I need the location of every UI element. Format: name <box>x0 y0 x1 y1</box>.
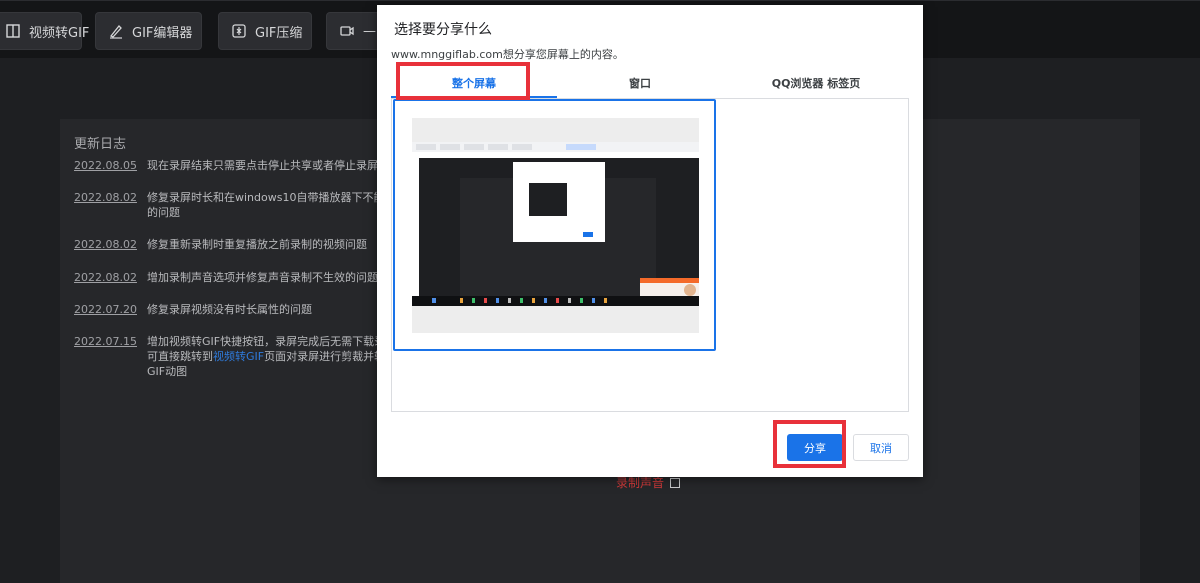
compress-icon <box>232 24 246 38</box>
gif-editor-label: GIF编辑器 <box>132 25 193 41</box>
tab-window[interactable]: 窗口 <box>557 75 723 99</box>
changelog-text: 修复录屏视频没有时长属性的问题 <box>146 303 312 316</box>
video-to-gif-label: 视频转GIF <box>29 25 90 41</box>
screen-thumbnail <box>412 118 699 333</box>
changelog-text: 修复重新录制时重复播放之前录制的视频问题 <box>146 238 367 251</box>
screen-record-label: — <box>363 23 376 39</box>
changelog-entry: 2022.07.15 增加视频转GIF快捷按钮，录屏完成后无需下载录屏 可直接跳… <box>74 334 396 379</box>
changelog-text-line2: 可直接跳转到视频转GIF页面对录屏进行剪裁并转换 <box>147 349 396 364</box>
changelog-text-cont: GIF动图 <box>146 365 188 378</box>
video-to-gif-link[interactable]: 视频转GIF <box>213 350 264 363</box>
changelog-date[interactable]: 2022.07.15 <box>74 334 137 379</box>
screen-source-tile[interactable] <box>393 99 716 351</box>
gif-compress-label: GIF压缩 <box>255 25 303 41</box>
video-to-gif-button[interactable]: 视频转GIF <box>0 12 89 50</box>
camera-icon <box>340 26 354 36</box>
record-audio-checkbox[interactable] <box>670 477 681 488</box>
changelog-entry: 2022.08.05 现在录屏结束只需要点击停止共享或者停止录屏就 <box>74 158 389 173</box>
tab-browser-tab[interactable]: QQ浏览器 标签页 <box>723 75 909 99</box>
share-dialog: 选择要分享什么 www.mnggiflab.com想分享您屏幕上的内容。 整个屏… <box>377 5 923 477</box>
video-file-icon <box>6 24 20 38</box>
dialog-title: 选择要分享什么 <box>394 22 492 38</box>
changelog-entry: 2022.08.02 修复重新录制时重复播放之前录制的视频问题 <box>74 237 384 252</box>
changelog-text-block: 增加视频转GIF快捷按钮，录屏完成后无需下载录屏 可直接跳转到视频转GIF页面对… <box>147 334 396 379</box>
dialog-subtitle: www.mnggiflab.com想分享您屏幕上的内容。 <box>391 48 624 61</box>
changelog-entry: 2022.08.02 增加录制声音选项并修复声音录制不生效的问题 <box>74 270 384 285</box>
changelog-date[interactable]: 2022.08.02 <box>74 190 137 220</box>
changelog-text: 修复录屏时长和在windows10自带播放器下不能完 <box>146 191 396 204</box>
screen-preview-image <box>412 142 699 306</box>
changelog-text-block: 修复录屏时长和在windows10自带播放器下不能完 的问题 <box>147 190 395 220</box>
cancel-button[interactable]: 取消 <box>853 434 909 461</box>
changelog-text: 现在录屏结束只需要点击停止共享或者停止录屏就 <box>146 159 389 172</box>
changelog-title: 更新日志 <box>74 137 127 152</box>
changelog-text: 增加视频转GIF快捷按钮，录屏完成后无需下载录屏 <box>146 335 397 348</box>
changelog-entry: 2022.07.20 修复录屏视频没有时长属性的问题 <box>74 302 384 317</box>
changelog-text-cont: 的问题 <box>146 206 180 219</box>
gif-compress-button[interactable]: GIF压缩 <box>218 12 312 50</box>
changelog-date[interactable]: 2022.07.20 <box>74 302 137 317</box>
pen-icon <box>109 25 122 39</box>
changelog-date[interactable]: 2022.08.02 <box>74 237 137 252</box>
changelog-date[interactable]: 2022.08.02 <box>74 270 137 285</box>
changelog-date[interactable]: 2022.08.05 <box>74 158 137 173</box>
changelog-text-pre: 可直接跳转到 <box>146 350 213 363</box>
gif-editor-button[interactable]: GIF编辑器 <box>95 12 202 50</box>
changelog-entry: 2022.08.02 修复录屏时长和在windows10自带播放器下不能完 的问… <box>74 190 395 220</box>
share-button[interactable]: 分享 <box>787 434 843 461</box>
changelog-text: 增加录制声音选项并修复声音录制不生效的问题 <box>146 271 378 284</box>
